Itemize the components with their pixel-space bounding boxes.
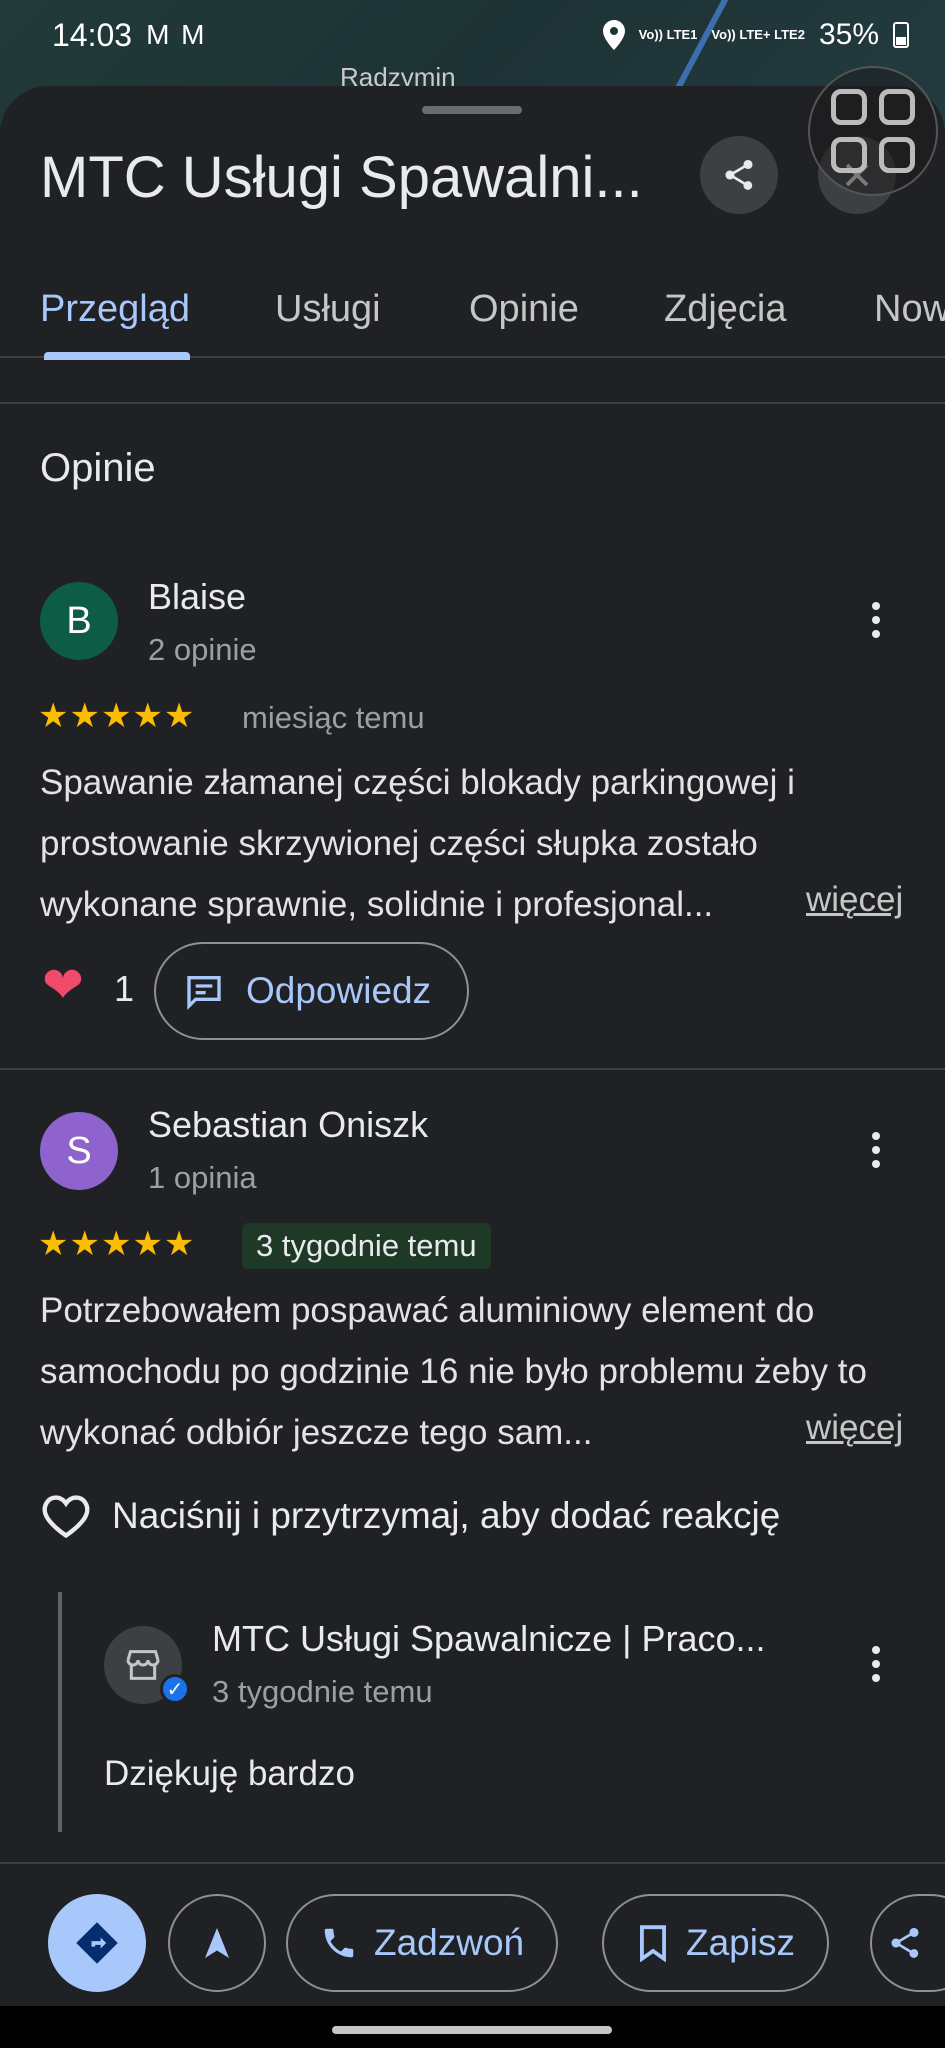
status-time: 14:03 [52,16,133,53]
reviewer-review-count: 2 opinie [148,632,257,667]
tab-overview[interactable]: Przegląd [40,288,190,331]
reaction-count: 1 [114,968,135,1009]
reply-label: Odpowiedz [246,970,432,1011]
battery-percent: 35% [818,18,879,51]
review-text: Potrzebowałem pospawać aluminiowy elemen… [40,1291,867,1452]
tab-bar: Przegląd Usługi Opinie Zdjęcia Now [0,262,945,358]
call-button[interactable]: Zadzwoń [286,1894,559,1992]
review-time-badge: 3 tygodnie temu [242,1223,491,1269]
tab-reviews[interactable]: Opinie [469,288,579,331]
verified-icon: ✓ [160,1674,190,1704]
divider [0,402,945,404]
directions-button[interactable] [48,1894,146,1992]
reaction-hint[interactable]: Naciśnij i przytrzymaj, aby dodać reakcj… [40,1492,780,1540]
floating-apps-icon[interactable] [808,66,938,196]
bookmark-icon [640,1925,666,1962]
share-button[interactable] [700,136,778,214]
reviewer-review-count: 1 opinia [148,1160,257,1195]
star-rating: ★★★★★ [38,1225,196,1263]
avatar[interactable]: B [40,582,118,660]
phone-icon [324,1928,354,1958]
reply-button[interactable]: Odpowiedz [154,942,470,1040]
system-nav-bar [0,2006,945,2048]
read-more-link[interactable]: więcej [798,1408,904,1448]
reaction-hint-text: Naciśnij i przytrzymaj, aby dodać reakcj… [112,1495,781,1536]
share-icon [891,1928,919,1958]
signal-sim1-icon: Vo)) LTE1 [638,27,698,42]
tab-services[interactable]: Usługi [275,288,381,331]
status-bar: 14:03 M M Vo)) LTE1 Vo)) LTE+ LTE2 35% [0,0,945,70]
reviewer-name[interactable]: Sebastian Oniszk [148,1104,428,1146]
battery-icon [893,22,909,48]
call-label: Zadzwoń [374,1922,525,1963]
signal-sim2-icon: Vo)) LTE+ LTE2 [711,27,805,42]
divider [0,1068,945,1070]
star-rating: ★★★★★ [38,697,196,735]
place-title: MTC Usługi Spawalni... [40,145,643,210]
business-reply-name: MTC Usługi Spawalnicze | Praco... [212,1618,766,1659]
heart-outline-icon [42,1495,90,1539]
drag-handle[interactable] [422,106,522,114]
tab-updates[interactable]: Now [874,288,945,331]
share-icon [725,160,753,190]
save-button[interactable]: Zapisz [602,1894,829,1992]
reviewer-name[interactable]: Blaise [148,576,246,618]
avatar[interactable]: S [40,1112,118,1190]
gmail-notification-icon: M M [146,19,207,50]
share-action-button[interactable] [870,1894,945,1992]
business-reply-time: 3 tygodnie temu [212,1674,433,1709]
save-label: Zapisz [686,1922,795,1963]
store-icon [126,1650,160,1680]
reviews-section-title: Opinie [40,446,156,490]
more-options-icon[interactable] [856,1120,896,1180]
more-options-icon[interactable] [856,1634,896,1694]
read-more-link[interactable]: więcej [798,880,904,920]
heart-reaction-icon[interactable]: ❤ [42,956,84,1014]
active-tab-indicator [44,352,190,360]
navigation-arrow-icon [205,1928,229,1958]
start-navigation-button[interactable] [168,1894,266,1992]
action-bar: Zadzwoń Zapisz [0,1862,945,2006]
more-options-icon[interactable] [856,590,896,650]
reply-icon [187,976,221,1011]
business-reply-text: Dziękuję bardzo [104,1754,355,1793]
location-icon [602,20,625,50]
review-text: Spawanie złamanej części blokady parking… [40,763,795,924]
home-gesture-handle[interactable] [332,2026,612,2034]
review-time: miesiąc temu [242,700,425,735]
tab-photos[interactable]: Zdjęcia [664,288,787,331]
place-sheet: MTC Usługi Spawalni... Przegląd Usługi O… [0,86,945,2006]
reply-thread-bar [58,1592,62,1832]
directions-icon [76,1922,118,1964]
